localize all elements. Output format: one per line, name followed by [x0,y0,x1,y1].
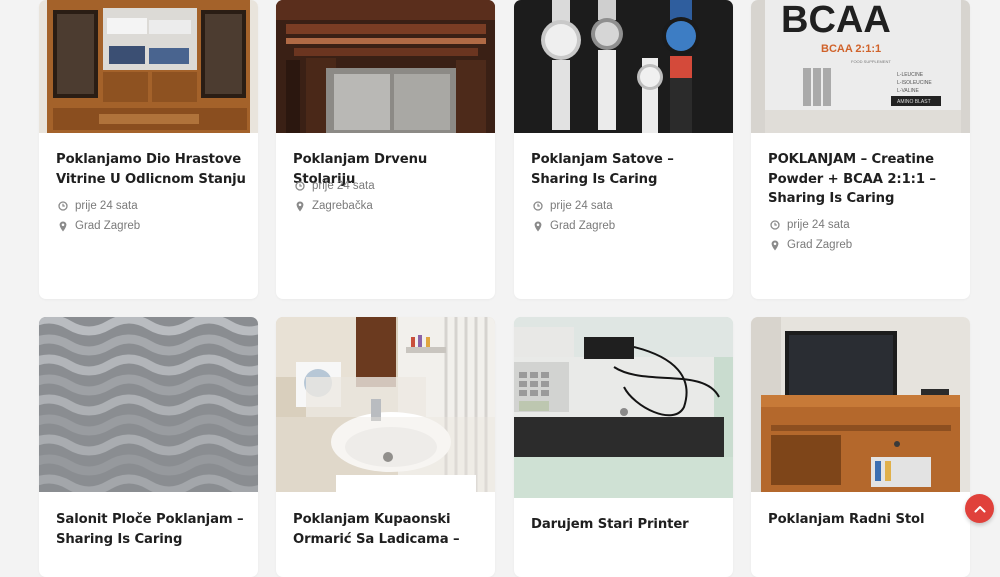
listing-location: Grad Zagreb [769,238,852,252]
listing-time-text: prije 24 sata [312,180,375,192]
listing-location-text: Grad Zagreb [75,220,141,232]
listing-card[interactable]: Poklanjam Kupaonski Ormarić Sa Ladicama … [276,317,495,577]
listing-title[interactable]: Darujem Stari Printer [531,515,721,535]
bcaa-footer-text: AMINO BLAST [897,99,931,105]
listing-title[interactable]: POKLANJAM – Creatine Powder + BCAA 2:1:1… [768,150,958,209]
listing-card[interactable]: Poklanjam Satove – Sharing Is Caring pri… [514,0,733,299]
scroll-to-top-button[interactable] [965,494,994,523]
listing-image[interactable] [514,0,733,133]
clock-icon [57,200,69,212]
listing-card[interactable]: Poklanjamo Dio Hrastove Vitrine U Odlicn… [39,0,258,299]
listing-title[interactable]: Poklanjamo Dio Hrastove Vitrine U Odlicn… [56,150,246,189]
bcaa-line-2: L-ISOLEUCINE [897,80,932,86]
listing-image[interactable] [514,317,733,498]
listing-card[interactable]: Salonit Ploče Poklanjam – Sharing Is Car… [39,317,258,577]
listing-time-text: prije 24 sata [550,200,613,212]
listing-image[interactable] [276,317,495,492]
listing-time-text: prije 24 sata [787,219,850,231]
listing-card[interactable]: Darujem Stari Printer [514,317,733,577]
listing-title[interactable]: Poklanjam Satove – Sharing Is Caring [531,150,721,189]
listing-title[interactable]: Salonit Ploče Poklanjam – Sharing Is Car… [56,510,246,549]
listing-time: prije 24 sata [532,199,613,213]
clock-icon [769,219,781,231]
listing-image[interactable] [276,0,495,133]
listing-image[interactable]: BCAA BCAA 2:1:1 FOOD SUPPLEMENT L-LEUCIN… [751,0,970,133]
bcaa-sub-text: FOOD SUPPLEMENT [851,59,891,64]
listing-card[interactable]: Poklanjam Drvenu Stolariju prije 24 sata… [276,0,495,299]
map-pin-icon [294,200,306,212]
listing-location: Zagrebačka [294,199,373,213]
clock-icon [532,200,544,212]
listing-time: prije 24 sata [294,179,375,193]
map-pin-icon [769,239,781,251]
listing-location-text: Grad Zagreb [550,220,616,232]
listing-time: prije 24 sata [57,199,138,213]
chevron-up-icon [974,505,985,512]
listing-card[interactable]: Poklanjam Radni Stol [751,317,970,577]
listing-card[interactable]: BCAA BCAA 2:1:1 FOOD SUPPLEMENT L-LEUCIN… [751,0,970,299]
listing-image[interactable] [751,317,970,492]
listing-image[interactable] [39,317,258,492]
listing-location: Grad Zagreb [57,219,140,233]
listing-title[interactable]: Poklanjam Kupaonski Ormarić Sa Ladicama … [293,510,483,549]
map-pin-icon [532,220,544,232]
listing-location-text: Grad Zagreb [787,239,853,251]
listing-location-text: Zagrebačka [312,200,373,212]
map-pin-icon [57,220,69,232]
clock-icon [294,180,306,192]
listing-time-text: prije 24 sata [75,200,138,212]
bcaa-brand-text: BCAA [781,0,891,41]
listing-location: Grad Zagreb [532,219,615,233]
bcaa-line-1: L-LEUCINE [897,72,924,78]
bcaa-ratio-text: BCAA 2:1:1 [821,43,881,55]
listing-title[interactable]: Poklanjam Radni Stol [768,510,958,530]
listing-image[interactable] [39,0,258,133]
listing-time: prije 24 sata [769,218,850,232]
bcaa-line-3: L-VALINE [897,88,920,94]
